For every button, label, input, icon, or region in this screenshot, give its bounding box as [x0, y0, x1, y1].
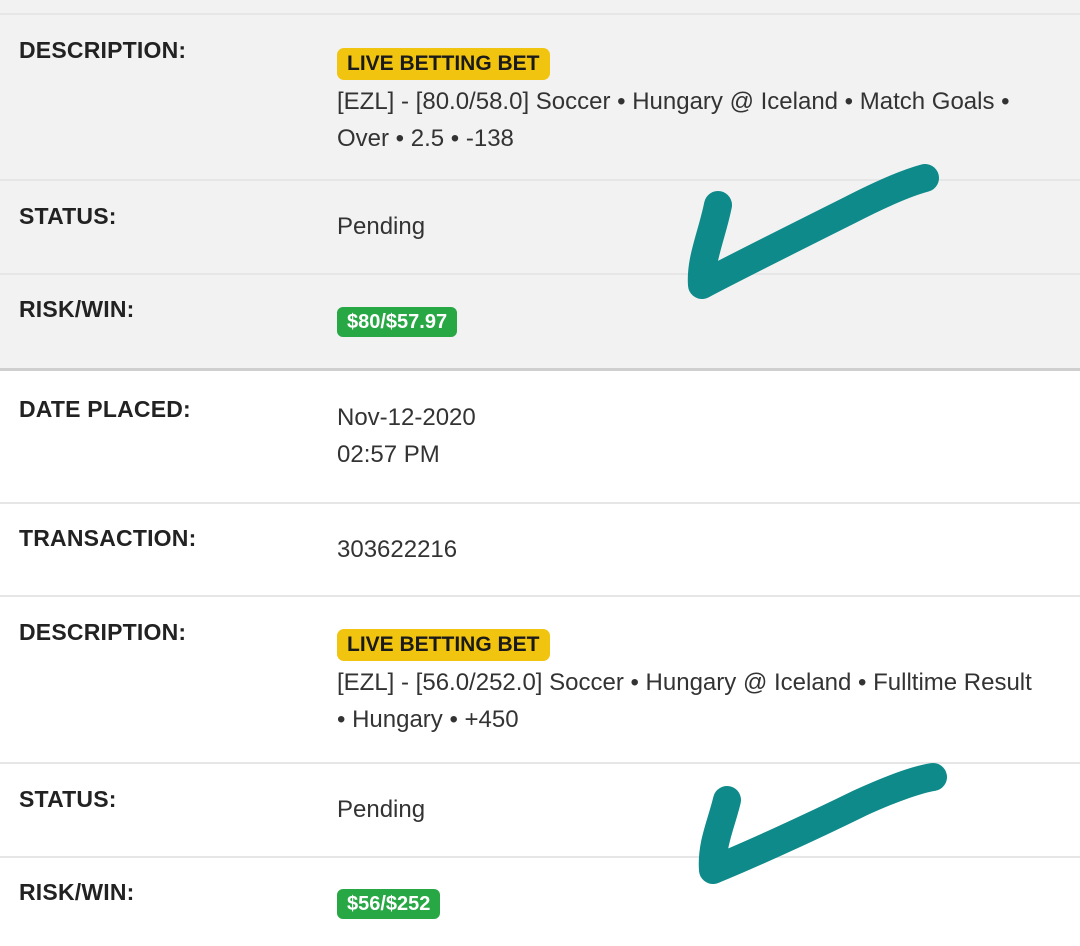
- date-value: Nov-12-2020 02:57 PM: [337, 399, 476, 473]
- status-label: STATUS:: [19, 786, 117, 812]
- date-label: DATE PLACED:: [19, 396, 191, 422]
- live-betting-badge: LIVE BETTING BET: [337, 629, 550, 661]
- description-label: DESCRIPTION:: [19, 619, 187, 645]
- status-label: STATUS:: [19, 203, 117, 229]
- description-label: DESCRIPTION:: [19, 37, 187, 63]
- transaction-label: TRANSACTION:: [19, 525, 197, 551]
- status-value: Pending: [337, 213, 426, 240]
- description-value: LIVE BETTING BET [EZL] - [56.0/252.0] So…: [337, 625, 1032, 738]
- date-text: Nov-12-2020: [337, 404, 476, 431]
- description-line-1: [EZL] - [80.0/58.0] Soccer • Hungary @ I…: [337, 88, 1010, 115]
- checkmark-icon: [687, 164, 939, 299]
- riskwin-badge: $56/$252: [337, 889, 441, 919]
- riskwin-label: RISK/WIN:: [19, 879, 135, 905]
- status-value: Pending: [337, 796, 426, 823]
- checkmark-icon: [698, 763, 947, 884]
- date-row: DATE PLACED: Nov-12-2020 02:57 PM: [0, 371, 1080, 504]
- description-line-1: [EZL] - [56.0/252.0] Soccer • Hungary @ …: [337, 669, 1032, 696]
- description-line-2: • Hungary • +450: [337, 706, 519, 733]
- riskwin-value: $56/$252: [337, 884, 441, 921]
- description-row: DESCRIPTION: LIVE BETTING BET [EZL] - [5…: [0, 597, 1080, 764]
- description-value: LIVE BETTING BET [EZL] - [80.0/58.0] Soc…: [337, 44, 1010, 157]
- top-row-edge: [0, 0, 1080, 15]
- riskwin-value: $80/$57.97: [337, 302, 458, 339]
- riskwin-label: RISK/WIN:: [19, 296, 135, 322]
- transaction-row: TRANSACTION: 303622216: [0, 504, 1080, 597]
- transaction-value: 303622216: [337, 536, 458, 563]
- riskwin-badge: $80/$57.97: [337, 307, 458, 337]
- time-text: 02:57 PM: [337, 441, 440, 468]
- live-betting-badge: LIVE BETTING BET: [337, 48, 550, 80]
